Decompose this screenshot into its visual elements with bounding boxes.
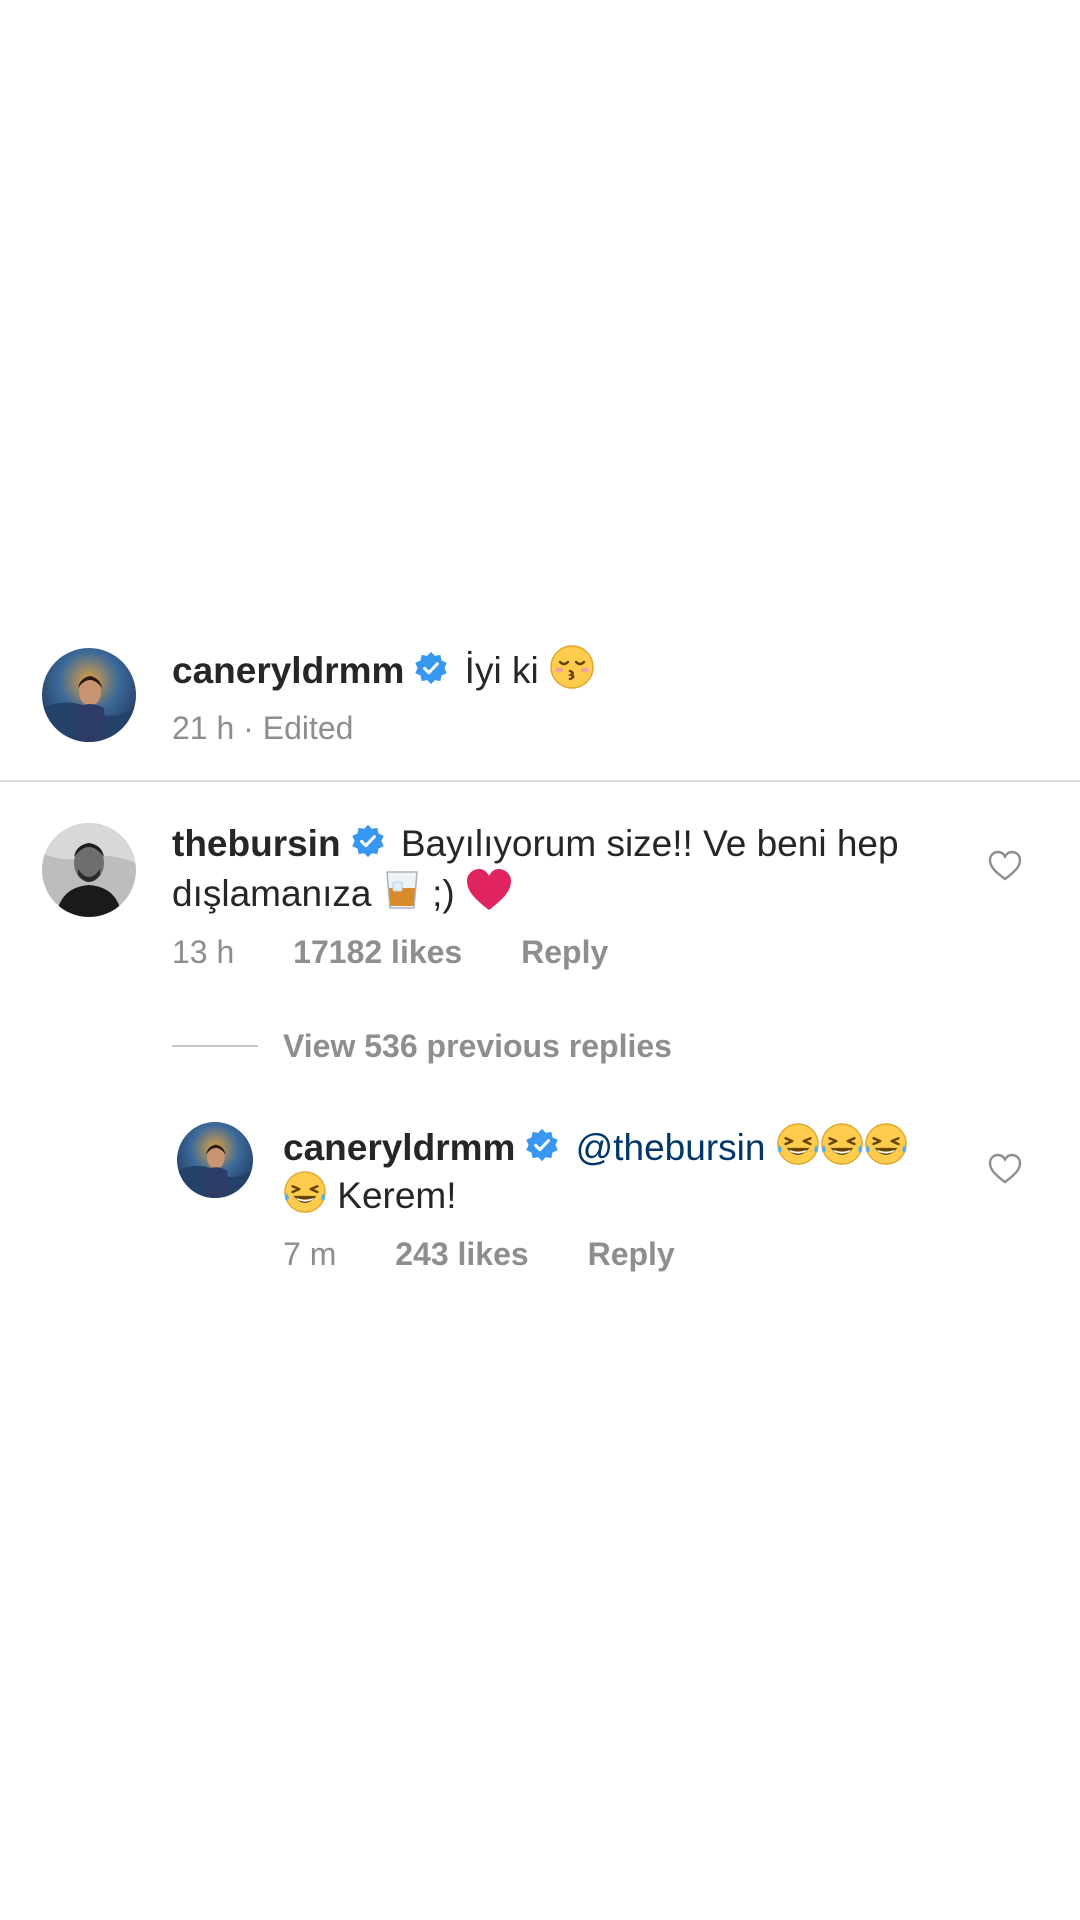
laughing-tears-emoji [864, 1122, 908, 1178]
view-replies-line [172, 1045, 258, 1047]
comment-username[interactable]: thebursin [172, 823, 341, 864]
reply-heart-icon[interactable] [988, 1153, 1022, 1190]
view-previous-replies[interactable]: View 536 previous replies [283, 1026, 672, 1066]
comment-heart-icon[interactable] [988, 850, 1022, 887]
comment-text-line-2: dışlamanıza ;) [172, 868, 513, 924]
reply-time: 7 m [283, 1236, 337, 1272]
reply-text-2: Kerem! [337, 1174, 457, 1216]
comment-avatar[interactable] [42, 823, 136, 917]
comment-text-2a: dışlamanıza [172, 872, 372, 914]
comment-text-1: Bayılıyorum size!! Ve beni hep [400, 823, 899, 864]
comment-time: 13 h [172, 934, 235, 970]
reply-meta: 7 m 243 likes Reply [283, 1234, 675, 1274]
caption-username[interactable]: caneryldrmm [172, 650, 404, 691]
laughing-tears-emoji [283, 1170, 327, 1226]
caption-separator: · [243, 710, 254, 746]
verified-badge-icon [525, 1126, 559, 1174]
reply-username[interactable]: caneryldrmm [283, 1127, 515, 1168]
reply-text-line-2: Kerem! [283, 1170, 457, 1226]
laughing-tears-emoji [776, 1122, 820, 1178]
view-previous-replies-label[interactable]: View 536 previous replies [283, 1026, 672, 1066]
caption-divider [0, 780, 1080, 782]
comment-likes[interactable]: 17182 likes [293, 932, 462, 972]
reply-likes[interactable]: 243 likes [395, 1234, 528, 1274]
reply-reply-button[interactable]: Reply [588, 1234, 675, 1274]
comment-meta: 13 h 17182 likes Reply [172, 932, 608, 972]
laughing-tears-emoji [820, 1122, 864, 1178]
caption-text: İyi ki [464, 649, 539, 691]
caption-edited: Edited [262, 710, 354, 746]
reply-mention-link[interactable]: @thebursin [576, 1127, 766, 1168]
caption-meta: 21 h · Edited [172, 708, 353, 748]
comment-text-2b: ;) [432, 872, 455, 914]
caption-text-line: caneryldrmm İyi ki [172, 644, 595, 702]
verified-badge-icon [351, 822, 385, 870]
caption-avatar[interactable] [42, 648, 136, 742]
reply-avatar[interactable] [177, 1122, 253, 1198]
comment-reply-button[interactable]: Reply [521, 932, 608, 972]
red-heart-emoji [465, 868, 513, 924]
caption-time: 21 h [172, 710, 235, 746]
tumbler-glass-emoji [382, 868, 422, 924]
comment-text-line-1: thebursin Bayılıyorum size!! Ve beni hep [172, 820, 899, 870]
kissing-face-closed-eyes-emoji [549, 644, 595, 702]
verified-badge-icon [414, 649, 448, 697]
